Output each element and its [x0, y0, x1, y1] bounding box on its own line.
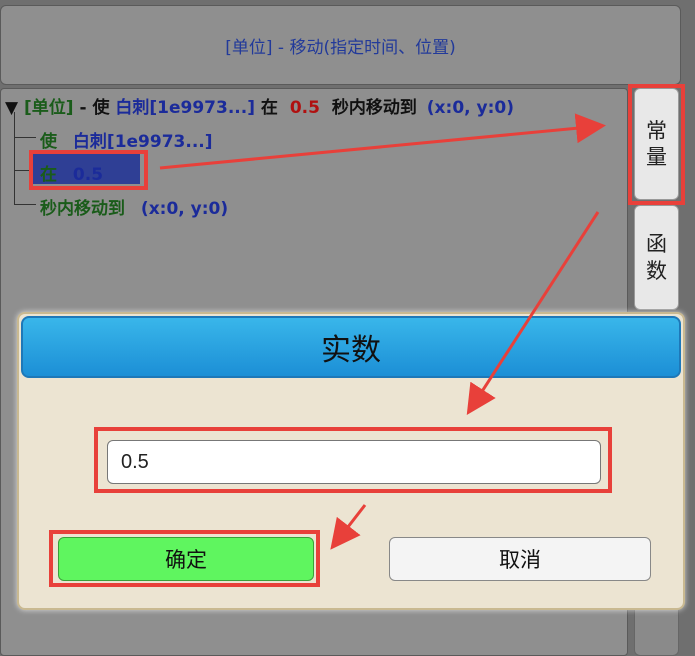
- tree-child-move-to[interactable]: 秒内移动到 (x:0, y:0): [40, 194, 228, 219]
- cancel-button[interactable]: 取消: [389, 537, 651, 581]
- tab-constant[interactable]: 常 量: [634, 88, 679, 200]
- tree-connector: [14, 137, 36, 138]
- real-number-dialog: 实数 确定 取消: [17, 312, 685, 610]
- root-unit: [单位]: [24, 98, 74, 118]
- tab-function[interactable]: 函 数: [634, 205, 679, 310]
- action-header: [单位] - 移动(指定时间、位置): [0, 5, 681, 85]
- value-input[interactable]: [107, 440, 601, 484]
- tree-connector: [14, 170, 34, 171]
- action-title: [单位] - 移动(指定时间、位置): [225, 37, 456, 58]
- tab-constant-char: 量: [646, 145, 667, 169]
- tab-constant-char: 常: [646, 118, 667, 143]
- tab-function-char: 函: [646, 232, 667, 257]
- tree-child-use[interactable]: 使 白刺[1e9973...]: [40, 127, 213, 152]
- root-at: 在: [260, 98, 278, 118]
- ok-button[interactable]: 确定: [58, 537, 314, 581]
- root-target: 白刺[1e9973...]: [115, 98, 255, 118]
- tab-function-char: 数: [646, 258, 667, 283]
- dialog-title: 实数: [21, 316, 681, 378]
- tree-root-row[interactable]: ▼ [单位] - 使 白刺[1e9973...] 在 0.5 秒内移动到 (x:…: [5, 93, 514, 118]
- root-position: (x:0, y:0): [426, 98, 514, 118]
- tree-child-time[interactable]: 在 0.5: [40, 160, 103, 185]
- root-time: 0.5: [289, 98, 320, 118]
- child-label: 秒内移动到: [40, 199, 125, 219]
- root-use: - 使: [79, 98, 110, 118]
- child-value: (x:0, y:0): [140, 199, 229, 219]
- tree-connector: [14, 112, 15, 204]
- tree-connector: [14, 204, 36, 205]
- child-value: 白刺[1e9973...]: [72, 132, 213, 152]
- child-label: 使: [40, 132, 57, 152]
- child-label: 在: [40, 165, 57, 185]
- child-value: 0.5: [72, 165, 104, 185]
- root-move-to: 秒内移动到: [331, 98, 417, 118]
- collapse-toggle-icon[interactable]: ▼: [5, 98, 18, 118]
